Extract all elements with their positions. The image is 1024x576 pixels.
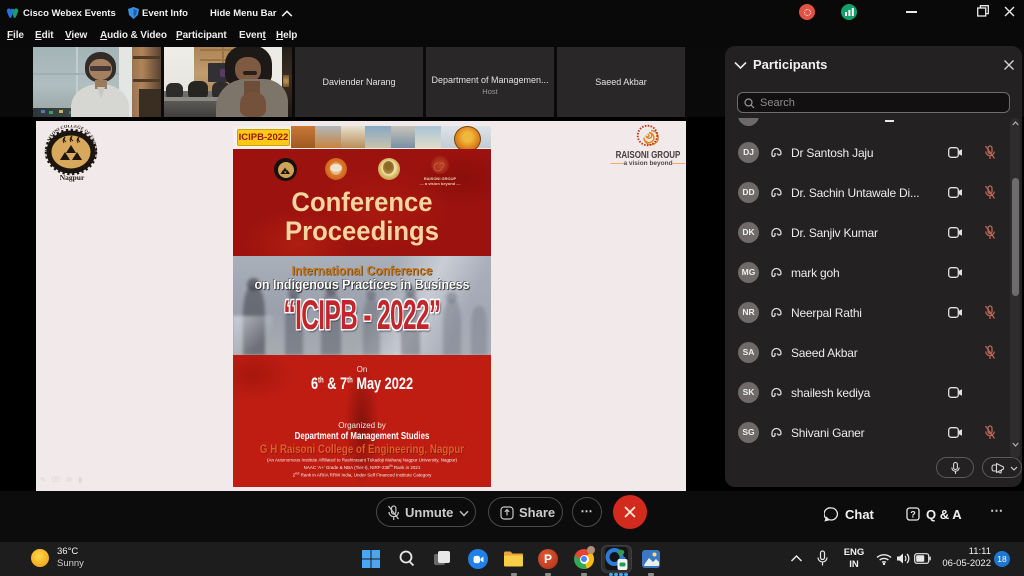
svg-text:?: ? (910, 509, 916, 519)
